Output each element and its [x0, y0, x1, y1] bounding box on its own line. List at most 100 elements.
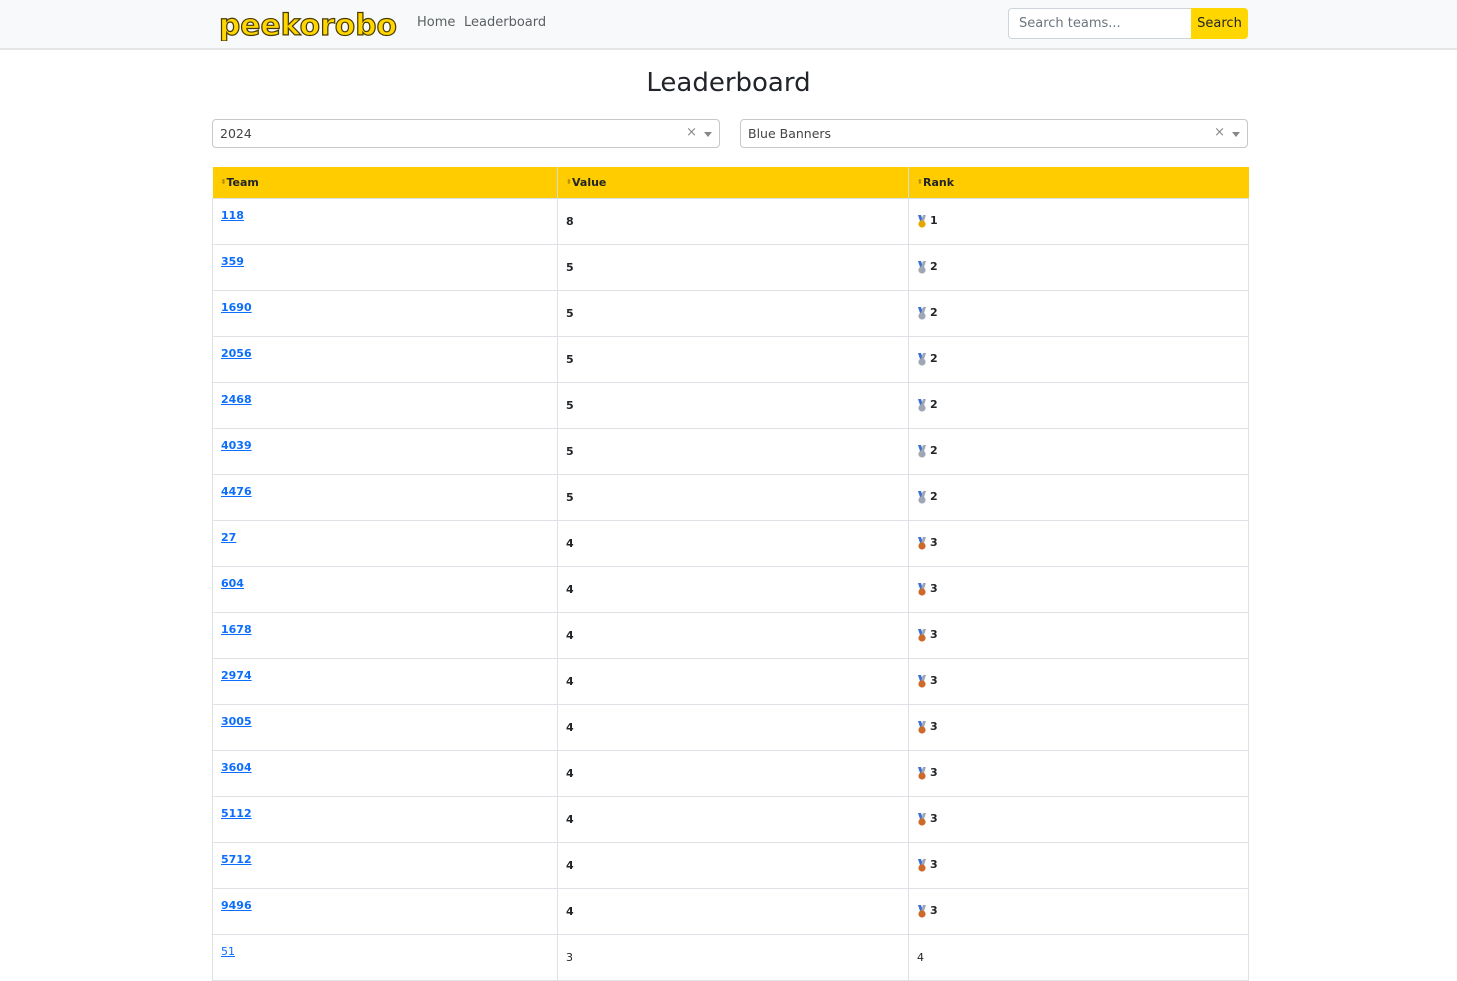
team-link[interactable]: 3005: [221, 715, 252, 728]
value-cell: 4: [557, 795, 909, 843]
rank-value: 3: [930, 904, 938, 918]
value-cell: 4: [557, 611, 909, 659]
value-cell: 5: [557, 381, 909, 429]
search-button[interactable]: Search: [1191, 8, 1248, 39]
team-link[interactable]: 359: [221, 255, 244, 268]
team-link[interactable]: 2974: [221, 669, 252, 682]
rank-value: 3: [930, 628, 938, 642]
table-header-row: ⬍Team ⬍Value ⬍Rank: [212, 167, 1249, 198]
table-row: 4476 5 2: [212, 473, 1249, 521]
value-cell: 5: [557, 427, 909, 475]
year-clear-icon[interactable]: ×: [686, 125, 697, 140]
year-select-value: 2024: [220, 126, 252, 141]
team-link[interactable]: 51: [221, 945, 235, 958]
team-cell: 2056: [212, 335, 558, 383]
rank-value: 3: [930, 812, 938, 826]
team-cell: 3005: [212, 703, 558, 751]
table-row: 27 4 3: [212, 519, 1249, 567]
column-header-label: Value: [572, 175, 607, 189]
rank-value: 3: [930, 674, 938, 688]
rank-value: 3: [930, 720, 938, 734]
nav-home-link[interactable]: Home: [417, 15, 455, 30]
bronze-medal-icon: [918, 536, 926, 550]
team-cell: 1690: [212, 289, 558, 337]
bronze-medal-icon: [918, 858, 926, 872]
search-input[interactable]: [1008, 8, 1192, 39]
bronze-medal-icon: [918, 812, 926, 826]
team-link[interactable]: 5112: [221, 807, 252, 820]
table-row: 3604 4 3: [212, 749, 1249, 797]
rank-value: 2: [930, 260, 938, 274]
stat-chevron-down-icon[interactable]: [1232, 132, 1240, 137]
team-link[interactable]: 118: [221, 209, 244, 222]
table-row: 359 5 2: [212, 243, 1249, 291]
value-cell: 4: [557, 887, 909, 935]
team-link[interactable]: 3604: [221, 761, 252, 774]
rank-cell: 2: [908, 381, 1249, 429]
rank-cell: 2: [908, 335, 1249, 383]
team-link[interactable]: 9496: [221, 899, 252, 912]
table-row: 5112 4 3: [212, 795, 1249, 843]
team-link[interactable]: 1690: [221, 301, 252, 314]
value-cell: 4: [557, 519, 909, 567]
bronze-medal-icon: [918, 628, 926, 642]
table-row: 1678 4 3: [212, 611, 1249, 659]
table-row: 2974 4 3: [212, 657, 1249, 705]
rank-value: 2: [930, 490, 938, 504]
team-link[interactable]: 4039: [221, 439, 252, 452]
rank-value: 2: [930, 398, 938, 412]
rank-cell: 3: [908, 611, 1249, 659]
column-header-team[interactable]: ⬍Team: [212, 167, 558, 198]
team-cell: 9496: [212, 887, 558, 935]
rank-cell: 3: [908, 519, 1249, 567]
logo-text: peekorobo: [219, 8, 397, 41]
year-chevron-down-icon[interactable]: [704, 132, 712, 137]
leaderboard-table-wrap: ⬍Team ⬍Value ⬍Rank 118 8 1 359 5 2 1690 5 2 2056 5…: [212, 167, 1249, 981]
team-cell: 3604: [212, 749, 558, 797]
team-cell: 1678: [212, 611, 558, 659]
table-row: 3005 4 3: [212, 703, 1249, 751]
team-cell: 4476: [212, 473, 558, 521]
nav-leaderboard-link[interactable]: Leaderboard: [464, 15, 546, 30]
team-cell: 359: [212, 243, 558, 291]
value-cell: 5: [557, 473, 909, 521]
value-cell: 5: [557, 335, 909, 383]
value-cell: 5: [557, 243, 909, 291]
year-select[interactable]: 2024 ×: [212, 119, 720, 148]
rank-cell: 3: [908, 749, 1249, 797]
leaderboard-table: ⬍Team ⬍Value ⬍Rank 118 8 1 359 5 2 1690 5 2 2056 5…: [212, 167, 1249, 981]
stat-clear-icon[interactable]: ×: [1214, 125, 1225, 140]
team-cell: 5112: [212, 795, 558, 843]
page-title: Leaderboard: [646, 68, 811, 98]
navbar: peekorobo Home Leaderboard Search: [0, 0, 1457, 50]
rank-cell: 4: [908, 933, 1249, 981]
table-row: 51 3 4: [212, 933, 1249, 981]
team-link[interactable]: 2468: [221, 393, 252, 406]
team-link[interactable]: 2056: [221, 347, 252, 360]
team-link[interactable]: 5712: [221, 853, 252, 866]
team-link[interactable]: 27: [221, 531, 236, 544]
table-row: 118 8 1: [212, 197, 1249, 245]
rank-value: 2: [930, 306, 938, 320]
rank-value: 3: [930, 582, 938, 596]
gold-medal-icon: [918, 214, 926, 228]
column-header-value[interactable]: ⬍Value: [557, 167, 909, 198]
stat-select[interactable]: Blue Banners ×: [740, 119, 1248, 148]
rank-cell: 2: [908, 427, 1249, 475]
team-cell: 118: [212, 197, 558, 245]
peekorobo-logo[interactable]: peekorobo: [217, 5, 399, 41]
column-header-rank[interactable]: ⬍Rank: [908, 167, 1249, 198]
rank-value: 3: [930, 536, 938, 550]
team-cell: 604: [212, 565, 558, 613]
value-cell: 5: [557, 289, 909, 337]
team-link[interactable]: 1678: [221, 623, 252, 636]
rank-cell: 3: [908, 565, 1249, 613]
table-row: 604 4 3: [212, 565, 1249, 613]
column-header-label: Rank: [923, 175, 955, 189]
rank-value: 3: [930, 766, 938, 780]
team-link[interactable]: 4476: [221, 485, 252, 498]
table-row: 5712 4 3: [212, 841, 1249, 889]
team-link[interactable]: 604: [221, 577, 244, 590]
rank-cell: 2: [908, 243, 1249, 291]
value-cell: 4: [557, 657, 909, 705]
